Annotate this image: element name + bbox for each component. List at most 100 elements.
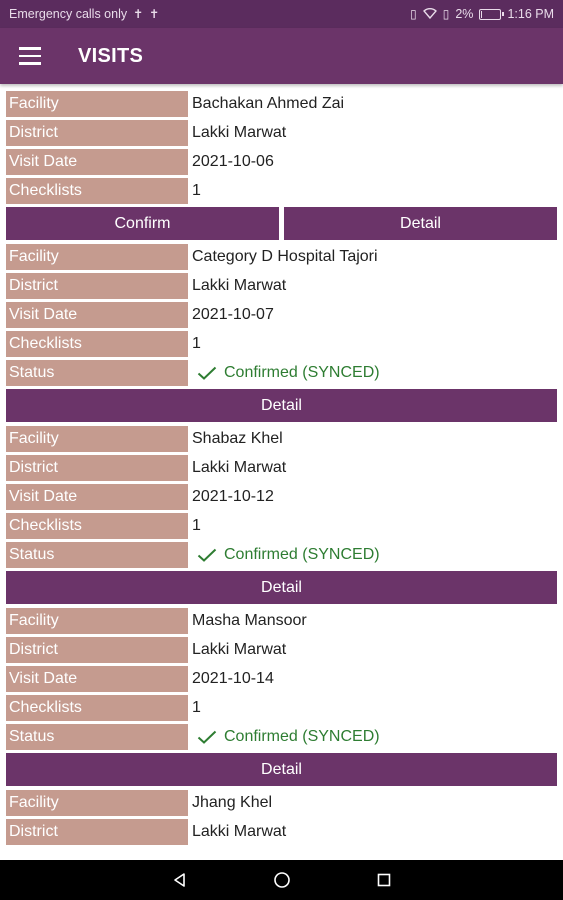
visit-date-value: 2021-10-12 — [192, 488, 274, 505]
facility-label: Facility — [6, 426, 188, 452]
facility-label: Facility — [6, 244, 188, 270]
status-label: Status — [6, 542, 188, 568]
checklists-value: 1 — [192, 699, 201, 716]
visit-card: Facility Jhang Khel District Lakki Marwa… — [0, 788, 563, 846]
sim-icon-2: ✝ — [149, 7, 160, 21]
district-label: District — [6, 637, 188, 663]
status-left: Emergency calls only ✝ ✝ — [9, 7, 159, 21]
action-row: Confirm Detail — [0, 205, 563, 242]
checklists-row: Checklists 1 — [0, 693, 563, 722]
checkmark-icon — [197, 366, 217, 380]
battery-percent: 2% — [455, 7, 474, 21]
visit-card: Facility Masha Mansoor District Lakki Ma… — [0, 606, 563, 788]
district-label: District — [6, 819, 188, 845]
detail-button[interactable]: Detail — [6, 753, 557, 786]
district-row: District Lakki Marwat — [0, 635, 563, 664]
menu-line — [19, 62, 41, 65]
page-title: VISITS — [78, 44, 144, 67]
status-value: Confirmed (SYNCED) — [224, 364, 380, 381]
status-carrier-text: Emergency calls only — [9, 7, 128, 21]
action-row: Detail — [0, 387, 563, 424]
recents-square-icon[interactable] — [372, 868, 396, 892]
hamburger-menu-icon[interactable] — [2, 28, 58, 84]
checklists-value: 1 — [192, 517, 201, 534]
visit-date-label: Visit Date — [6, 666, 188, 692]
checklists-row: Checklists 1 — [0, 511, 563, 540]
visit-date-label: Visit Date — [6, 149, 188, 175]
checklists-label: Checklists — [6, 513, 188, 539]
status-right: ▯ ▯ 2% 1:16 PM — [410, 7, 554, 21]
checklists-value: 1 — [192, 335, 201, 352]
district-label: District — [6, 455, 188, 481]
action-row: Detail — [0, 569, 563, 606]
district-row: District Lakki Marwat — [0, 453, 563, 482]
checklists-row: Checklists 1 — [0, 329, 563, 358]
menu-line — [19, 54, 41, 58]
detail-button[interactable]: Detail — [6, 571, 557, 604]
status-bar: Emergency calls only ✝ ✝ ▯ ▯ 2% 1:16 PM — [0, 0, 563, 28]
detail-button[interactable]: Detail — [284, 207, 557, 240]
visit-date-row: Visit Date 2021-10-12 — [0, 482, 563, 511]
facility-value: Category D Hospital Tajori — [192, 248, 378, 265]
checklists-value: 1 — [192, 182, 201, 199]
visit-card: Facility Shabaz Khel District Lakki Marw… — [0, 424, 563, 606]
facility-row: Facility Bachakan Ahmed Zai — [0, 89, 563, 118]
sim-icon: ✝ — [133, 7, 144, 21]
facility-label: Facility — [6, 608, 188, 634]
status-value-container: Confirmed (SYNCED) — [192, 724, 557, 750]
status-label: Status — [6, 360, 188, 386]
home-circle-icon[interactable] — [270, 868, 294, 892]
back-triangle-icon[interactable] — [168, 868, 192, 892]
wifi-icon — [422, 7, 437, 21]
status-value: Confirmed (SYNCED) — [224, 546, 380, 563]
app-bar: VISITS — [0, 28, 563, 84]
facility-label: Facility — [6, 91, 188, 117]
status-row: Status Confirmed (SYNCED) — [0, 722, 563, 751]
action-row: Detail — [0, 751, 563, 788]
checklists-label: Checklists — [6, 695, 188, 721]
status-row: Status Confirmed (SYNCED) — [0, 358, 563, 387]
district-value: Lakki Marwat — [192, 124, 287, 141]
district-label: District — [6, 273, 188, 299]
vibrate-icon: ▯ — [410, 7, 417, 21]
facility-value: Shabaz Khel — [192, 430, 283, 447]
visit-date-row: Visit Date 2021-10-06 — [0, 147, 563, 176]
facility-value: Bachakan Ahmed Zai — [192, 95, 345, 112]
battery-saver-icon: ▯ — [442, 7, 450, 21]
visit-date-row: Visit Date 2021-10-14 — [0, 664, 563, 693]
status-row: Status Confirmed (SYNCED) — [0, 540, 563, 569]
checkmark-icon — [197, 730, 217, 744]
facility-row: Facility Masha Mansoor — [0, 606, 563, 635]
visit-date-value: 2021-10-06 — [192, 153, 274, 170]
facility-row: Facility Category D Hospital Tajori — [0, 242, 563, 271]
visit-date-row: Visit Date 2021-10-07 — [0, 300, 563, 329]
confirm-button[interactable]: Confirm — [6, 207, 279, 240]
visit-card: Facility Category D Hospital Tajori Dist… — [0, 242, 563, 424]
district-value: Lakki Marwat — [192, 277, 287, 294]
district-label: District — [6, 120, 188, 146]
facility-value: Jhang Khel — [192, 794, 273, 811]
visit-date-label: Visit Date — [6, 302, 188, 328]
facility-row: Facility Jhang Khel — [0, 788, 563, 817]
status-label: Status — [6, 724, 188, 750]
facility-label: Facility — [6, 790, 188, 816]
detail-button[interactable]: Detail — [6, 389, 557, 422]
facility-value: Masha Mansoor — [192, 612, 307, 629]
checklists-label: Checklists — [6, 331, 188, 357]
district-row: District Lakki Marwat — [0, 817, 563, 846]
visit-date-value: 2021-10-07 — [192, 306, 274, 323]
visit-card: Facility Bachakan Ahmed Zai District Lak… — [0, 89, 563, 242]
checklists-row: Checklists 1 — [0, 176, 563, 205]
navigation-bar — [0, 860, 563, 900]
status-time: 1:16 PM — [507, 7, 554, 21]
battery-fill — [481, 10, 483, 18]
facility-row: Facility Shabaz Khel — [0, 424, 563, 453]
district-value: Lakki Marwat — [192, 641, 287, 658]
visits-list[interactable]: Facility Bachakan Ahmed Zai District Lak… — [0, 89, 563, 860]
menu-line — [19, 47, 41, 50]
visit-date-label: Visit Date — [6, 484, 188, 510]
status-value-container: Confirmed (SYNCED) — [192, 542, 557, 568]
district-value: Lakki Marwat — [192, 459, 287, 476]
status-value: Confirmed (SYNCED) — [224, 728, 380, 745]
checklists-label: Checklists — [6, 178, 188, 204]
